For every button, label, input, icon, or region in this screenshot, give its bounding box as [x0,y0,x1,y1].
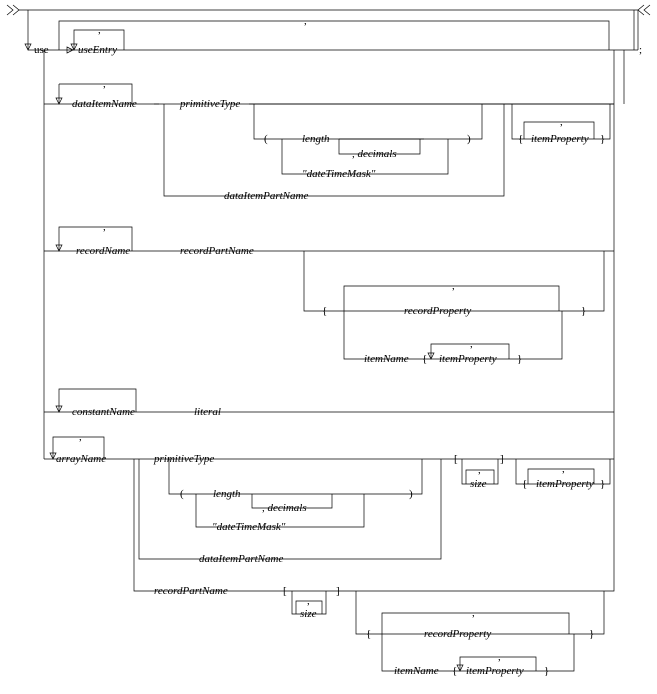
nonterminal-useEntry: useEntry [78,44,117,56]
terminal-rbracket: ] [500,453,504,465]
terminal-rbrace: } [581,305,586,317]
separator-comma: , [304,15,307,27]
separator-comma: , [103,78,106,90]
separator-comma: , [98,24,101,36]
separator-comma: , [452,280,455,292]
terminal-dateTimeMask: "dateTimeMask" [212,521,286,533]
keyword-use: use [34,44,49,56]
terminal-lbracket: [ [283,585,287,597]
nonterminal-arrayName: arrayName [56,453,106,465]
nonterminal-size: size [300,608,317,620]
nonterminal-length: length [302,133,330,145]
terminal-rbrace: } [589,628,594,640]
rail-start-icon [7,5,19,15]
railroad-diagram: line, path { stroke:#000; stroke-width:0… [4,4,653,682]
nonterminal-recordPartName: recordPartName [180,245,254,257]
nonterminal-recordName: recordName [76,245,130,257]
terminal-lparen: ( [180,488,184,500]
nonterminal-itemProperty: itemProperty [536,478,594,490]
terminal-rbrace: } [544,665,549,677]
nonterminal-recordProperty: recordProperty [404,305,471,317]
terminal-rbrace: } [600,133,605,145]
nonterminal-constantName: constantName [72,406,135,418]
nonterminal-itemProperty: itemProperty [531,133,589,145]
terminal-lbrace: { [322,305,327,317]
terminal-lbracket: [ [454,453,458,465]
nonterminal-itemName: itemName [394,665,439,677]
separator-comma: , [472,607,475,619]
terminal-rbrace: } [600,478,605,490]
separator-comma: , [478,464,481,476]
separator-comma: , [560,116,563,128]
terminal-rbracket: ] [336,585,340,597]
branch-constantName: constantName literal [44,251,614,418]
nonterminal-itemProperty: itemProperty [466,665,524,677]
nonterminal-recordProperty: recordProperty [424,628,491,640]
rail-end-icon [638,5,650,15]
nonterminal-decimals: , decimals [352,148,397,160]
separator-comma: , [307,595,310,607]
separator-comma: , [498,651,501,663]
nonterminal-dataItemName: dataItemName [72,98,137,110]
terminal-lbrace: { [522,478,527,490]
nonterminal-dataItemPartName: dataItemPartName [224,190,308,202]
terminal-rparen: ) [467,133,471,145]
terminal-dateTimeMask: "dateTimeMask" [302,168,376,180]
nonterminal-length: length [213,488,241,500]
separator-comma: , [79,431,82,443]
separator-comma: , [470,338,473,350]
nonterminal-itemProperty: itemProperty [439,353,497,365]
branch-arrayName: , arrayName primitiveType ( length , dec… [44,412,614,677]
nonterminal-itemName: itemName [364,353,409,365]
terminator-semicolon: ; [639,44,642,56]
nonterminal-decimals: , decimals [262,502,307,514]
nonterminal-recordPartName: recordPartName [154,585,228,597]
terminal-lparen: ( [264,133,268,145]
terminal-rparen: ) [409,488,413,500]
terminal-lbrace: { [452,665,457,677]
nonterminal-literal: literal [194,406,221,418]
terminal-lbrace: { [366,628,371,640]
terminal-lbrace: { [518,133,523,145]
nonterminal-primitiveType: primitiveType [153,453,214,465]
terminal-rbrace: } [517,353,522,365]
separator-comma: , [103,221,106,233]
nonterminal-primitiveType: primitiveType [179,98,240,110]
terminal-lbrace: { [422,353,427,365]
nonterminal-dataItemPartName: dataItemPartName [199,553,283,565]
separator-comma: , [562,463,565,475]
nonterminal-size: size [470,478,487,490]
branch-dataItemName: , dataItemName primitiveType ( length , … [44,50,614,202]
